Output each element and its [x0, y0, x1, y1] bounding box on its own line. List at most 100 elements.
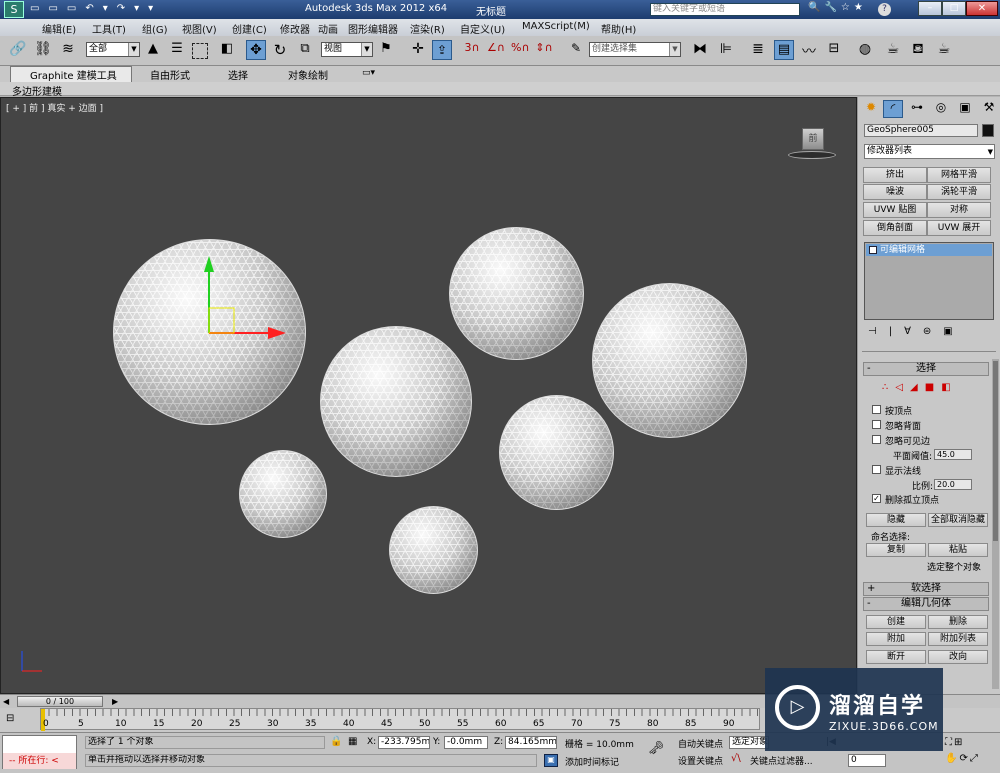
minimize-button[interactable]: – [918, 1, 942, 16]
viewport-nav-controls[interactable]: ⛶⊞ ✋⟳⤢ [945, 735, 997, 769]
unhide-all-button[interactable]: 全部取消隐藏 [928, 513, 988, 527]
hierarchy-tab-icon[interactable]: ⊶ [907, 100, 927, 118]
reference-coord-dropdown[interactable]: 视图 ▼ [321, 42, 373, 57]
time-slider-left-arrow[interactable]: ◀ [3, 697, 9, 706]
graphite-toggle-icon[interactable]: ▤ [774, 40, 794, 60]
material-editor-icon[interactable]: ◍ [855, 40, 875, 60]
expand-icon[interactable] [869, 246, 877, 254]
selected-dropdown[interactable]: 选定对象 [729, 736, 769, 749]
menu-animation[interactable]: 动画 [318, 21, 338, 36]
snaps-toggle-icon[interactable]: 3∩ [462, 40, 482, 60]
scroll-thumb[interactable] [993, 361, 998, 541]
menu-customize[interactable]: 自定义(U) [460, 21, 505, 36]
uvw-map-button[interactable]: UVW 贴图 [863, 202, 927, 218]
percent-snap-icon[interactable]: %∩ [510, 40, 530, 60]
link-icon[interactable]: 🔗 [8, 40, 28, 60]
stack-item-editable-mesh[interactable]: 可编辑网格 [866, 244, 992, 256]
set-key-button[interactable]: 设置关键点 [678, 754, 723, 767]
schematic-view-icon[interactable]: ⊟ [824, 40, 844, 60]
modifier-stack[interactable]: 可编辑网格 [864, 242, 994, 320]
create-button[interactable]: 创建 [866, 615, 926, 629]
modify-tab-icon[interactable]: ◜ [883, 100, 903, 118]
ribbon-options-icon[interactable]: ▭▾ [362, 68, 382, 79]
menu-maxscript[interactable]: MAXScript(M) [522, 21, 590, 32]
gizmo-x-arrow[interactable] [268, 327, 286, 339]
tab-freeform[interactable]: 自由形式 [150, 67, 190, 82]
select-by-name-icon[interactable]: ☰ [167, 40, 187, 60]
selection-rollout-header[interactable]: - 选择 [863, 362, 989, 376]
polygon-modeling-label[interactable]: 多边形建模 [12, 83, 62, 98]
window-crossing-icon[interactable]: ◧ [217, 40, 237, 60]
geosphere-4[interactable] [321, 327, 471, 476]
auto-key-button[interactable]: 自动关键点 [678, 737, 723, 750]
rect-selection-icon[interactable] [192, 43, 208, 59]
render-production-icon[interactable]: ☕ [934, 40, 954, 60]
search-input[interactable]: 键入关键字或短语 [650, 3, 800, 16]
change-button[interactable]: 改向 [928, 650, 988, 664]
angle-snap-icon[interactable]: ∠∩ [486, 40, 506, 60]
scale-icon[interactable]: ⧉ [295, 40, 315, 60]
select-object-icon[interactable]: ▲ [143, 40, 163, 60]
menu-views[interactable]: 视图(V) [182, 21, 217, 36]
geosphere-3[interactable] [593, 284, 746, 437]
current-frame-field[interactable]: 0 [848, 754, 886, 767]
menu-group[interactable]: 组(G) [142, 21, 168, 36]
maximize-button[interactable]: □ [942, 1, 966, 16]
extrude-button[interactable]: 挤出 [863, 167, 927, 183]
delete-isolated-checkbox[interactable]: ✓ [872, 494, 881, 503]
geosphere-7[interactable] [390, 507, 477, 593]
tab-object-paint[interactable]: 对象绘制 [288, 67, 328, 82]
tab-selection[interactable]: 选择 [228, 67, 248, 82]
time-slider-right-arrow[interactable]: ▶ [112, 697, 118, 706]
attach-button[interactable]: 附加 [866, 632, 926, 646]
selection-filter-dropdown[interactable]: 全部 ▼ [86, 42, 140, 57]
lock-icon[interactable]: 🔒 [330, 736, 342, 749]
time-slider-thumb[interactable]: 0 / 100 [17, 696, 103, 707]
symmetry-button[interactable]: 对称 [927, 202, 991, 218]
menu-rendering[interactable]: 渲染(R) [410, 21, 445, 36]
named-selection-dropdown[interactable]: 创建选择集 ▼ [589, 42, 681, 57]
planar-thresh-spinner[interactable]: 45.0 [934, 449, 972, 460]
show-normals-checkbox[interactable] [872, 465, 881, 474]
absolute-mode-icon[interactable]: ▦ [348, 736, 362, 749]
soft-selection-rollout-header[interactable]: + 软选择 [863, 582, 989, 596]
help-icon[interactable]: ? [878, 3, 891, 16]
bevel-profile-button[interactable]: 倒角剖面 [863, 220, 927, 236]
maxscript-listener[interactable]: -- 所在行: < [2, 735, 77, 769]
time-tag-icon[interactable]: ▣ [544, 754, 558, 767]
ignore-visible-edges-checkbox[interactable] [872, 435, 881, 444]
unwrap-uvw-button[interactable]: UVW 展开 [927, 220, 991, 236]
menu-help[interactable]: 帮助(H) [601, 21, 636, 36]
detach-button[interactable]: 断开 [866, 650, 926, 664]
bind-space-warp-icon[interactable]: ≋ [58, 40, 78, 60]
x-coord-field[interactable]: -233.795m [378, 736, 430, 749]
move-gizmo[interactable] [196, 238, 296, 348]
rendered-frame-icon[interactable]: ⛾ [908, 40, 928, 60]
maxscript-line[interactable]: -- 所在行: < [3, 753, 76, 769]
modifier-list-dropdown[interactable]: 修改器列表 ▼ [864, 144, 995, 159]
panel-scrollbar[interactable] [992, 359, 999, 689]
object-name-field[interactable]: GeoSphere005 [864, 124, 978, 137]
z-coord-field[interactable]: 84.165mm [505, 736, 557, 749]
manipulate-icon[interactable]: ✛ [408, 40, 428, 60]
noise-button[interactable]: 噪波 [863, 184, 927, 200]
turbosmooth-button[interactable]: 涡轮平滑 [927, 184, 991, 200]
key-filters-icon[interactable]: √\ [731, 753, 741, 764]
move-icon[interactable]: ✥ [246, 40, 266, 60]
copy-button[interactable]: 复制 [866, 543, 926, 557]
gizmo-xy-plane[interactable] [208, 307, 235, 334]
motion-tab-icon[interactable]: ◎ [931, 100, 951, 118]
keyboard-shortcut-override-icon[interactable]: ⇪ [432, 40, 452, 60]
mirror-icon[interactable]: ⧓ [690, 40, 710, 60]
object-color-swatch[interactable] [982, 124, 994, 137]
menu-graph-editors[interactable]: 图形编辑器 [348, 21, 398, 36]
key-filters-button[interactable]: 关键点过滤器... [750, 754, 813, 767]
viewcube[interactable]: 前 [788, 128, 836, 160]
display-tab-icon[interactable]: ▣ [955, 100, 975, 118]
spinner-snap-icon[interactable]: ⇕∩ [534, 40, 554, 60]
pivot-center-icon[interactable]: ⚑ [376, 40, 396, 60]
curve-editor-icon[interactable]: 〰 [799, 40, 819, 60]
geosphere-2[interactable] [450, 228, 583, 359]
scale-spinner[interactable]: 20.0 [934, 479, 972, 490]
create-tab-icon[interactable]: ✹ [861, 100, 881, 118]
